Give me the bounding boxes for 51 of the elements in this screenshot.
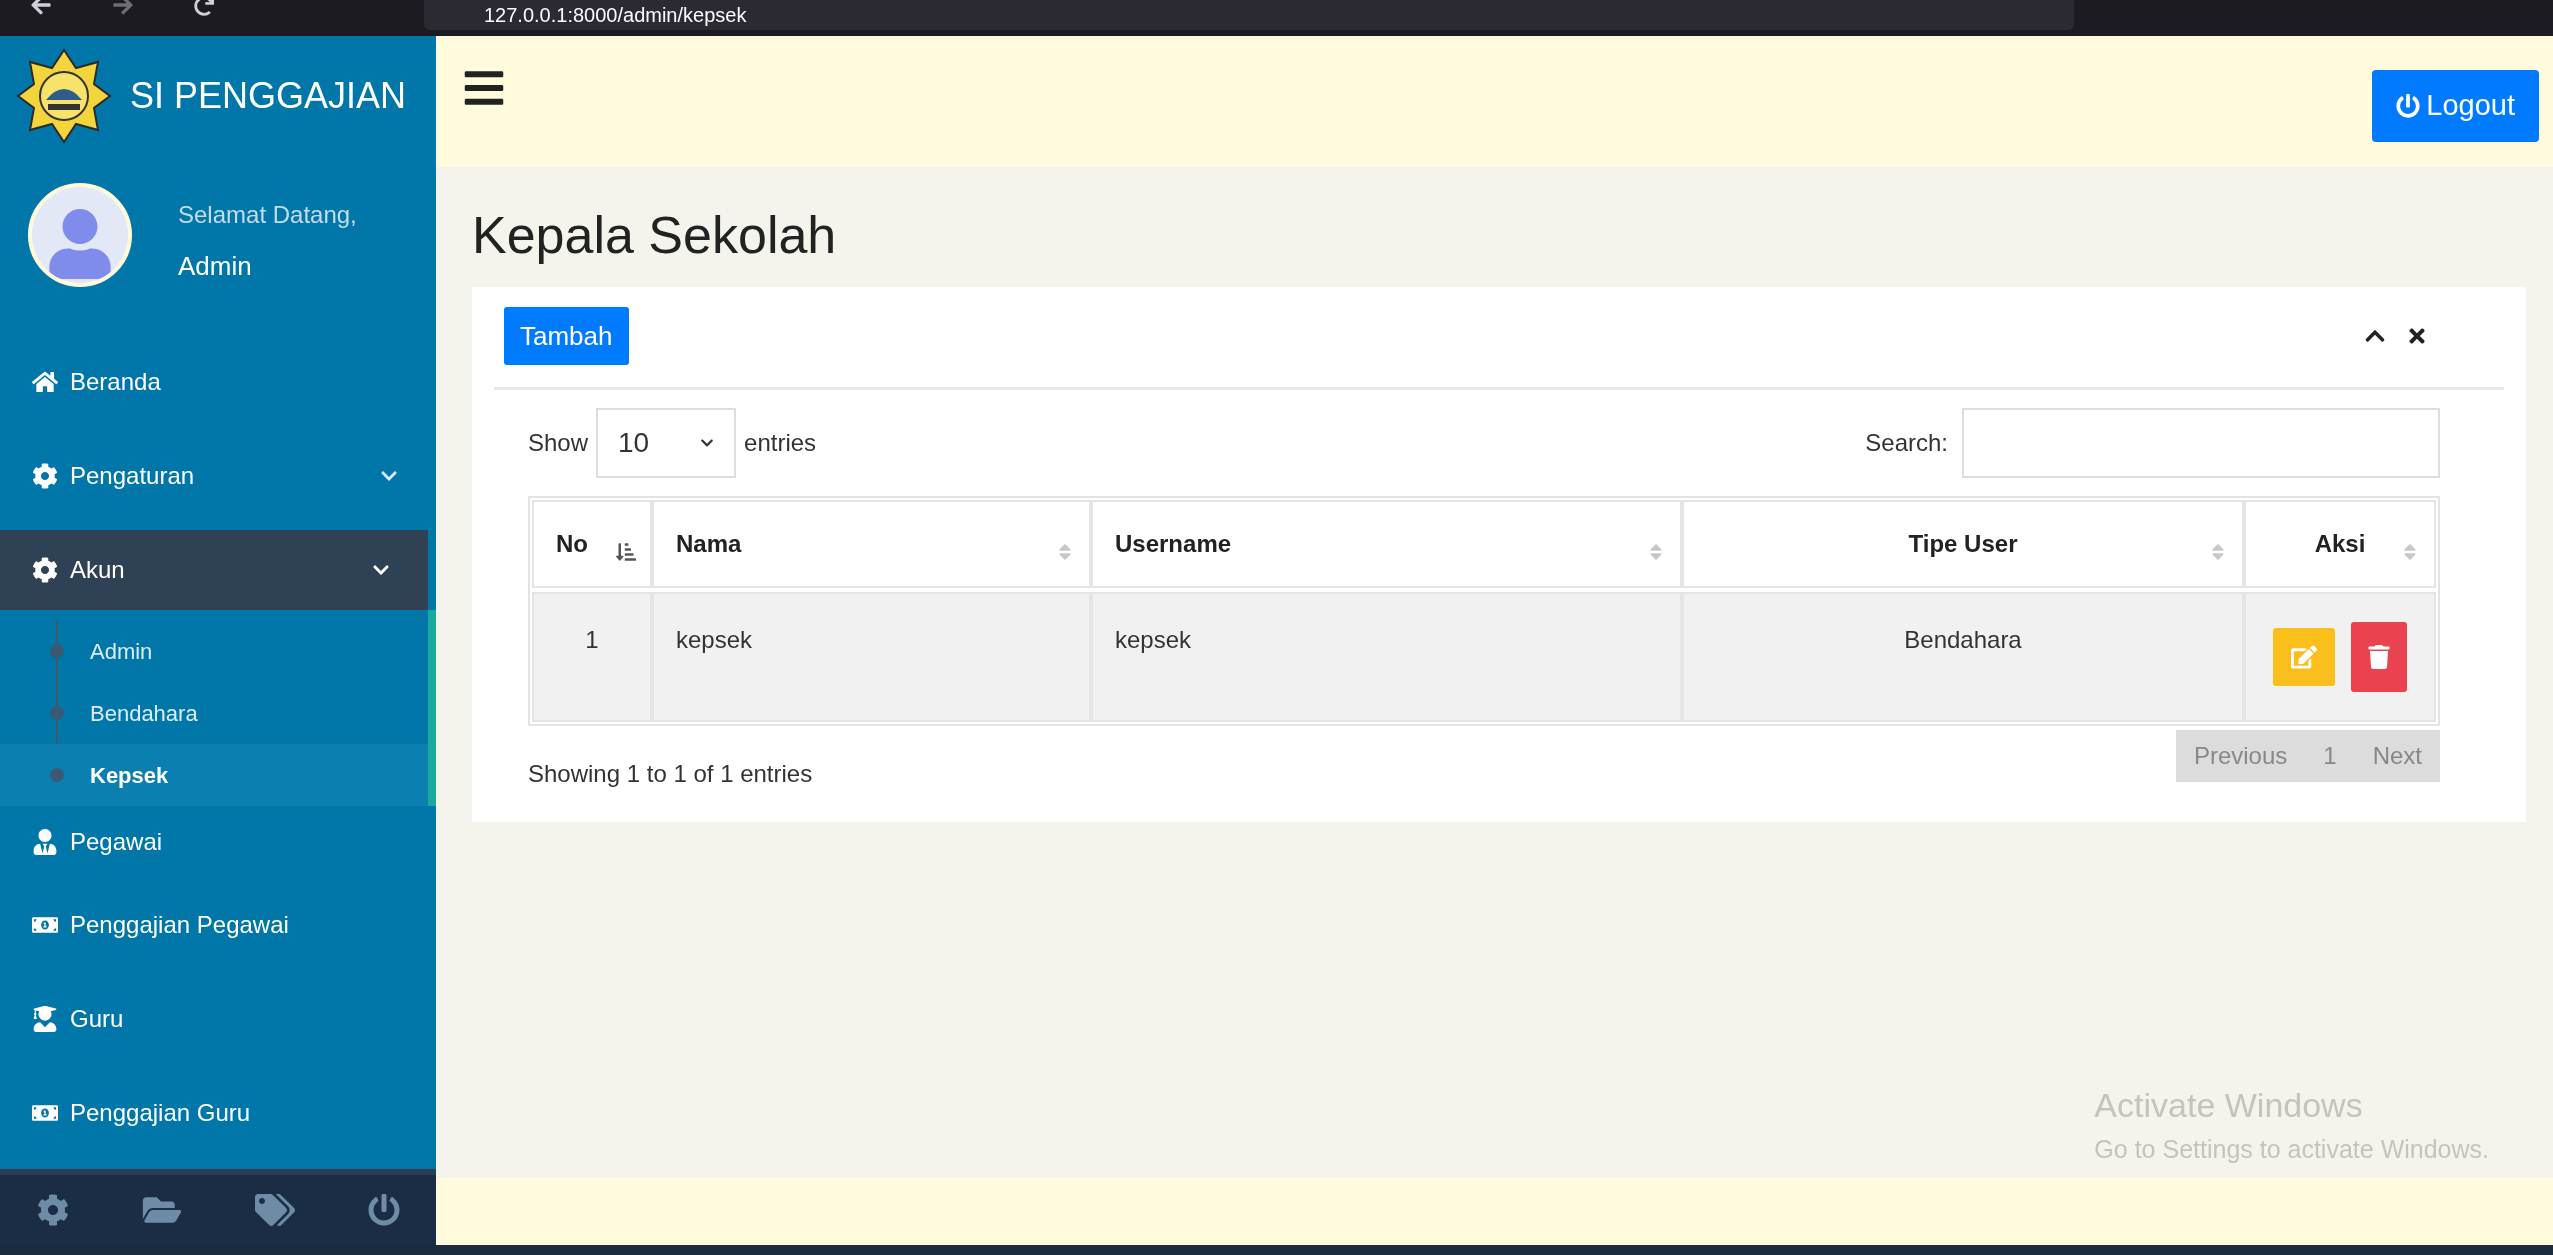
sidebar-menu-item[interactable]: Guru [0, 972, 436, 1066]
table-cell: Bendahara [1682, 592, 2244, 722]
sidebar-menu-item[interactable]: Akun [0, 530, 428, 610]
brand-title: SI PENGGAJIAN [130, 73, 407, 118]
page-link[interactable]: 1 [2323, 738, 2337, 774]
power-icon [2396, 94, 2421, 118]
logout-button[interactable]: Logout [2372, 70, 2539, 142]
sidebar-menu-item[interactable]: Pegawai [0, 806, 436, 878]
gear-icon [32, 463, 58, 489]
sidebar-menu-item[interactable]: Penggajian Guru [0, 1066, 436, 1160]
user-name: Admin [178, 250, 253, 283]
power-icon[interactable] [367, 1194, 400, 1226]
sidebar-menu-item[interactable]: Pengaturan [0, 429, 436, 523]
edit-icon [2291, 644, 2317, 670]
entries-select[interactable]: 10 [596, 408, 737, 478]
table-info: Showing 1 to 1 of 1 entries [528, 759, 813, 789]
previous-link[interactable]: Previous [2193, 738, 2288, 774]
person-icon [32, 829, 58, 855]
search-field[interactable] [1962, 408, 2440, 478]
search-label: Search: [1865, 428, 1948, 458]
reload-icon[interactable] [194, 0, 214, 16]
back-icon[interactable] [30, 0, 52, 16]
column-header[interactable]: No [532, 500, 652, 588]
table-cell: 1 [532, 592, 652, 722]
graduate-icon [32, 1006, 58, 1032]
submenu-item[interactable]: Admin [0, 620, 428, 682]
forward-icon[interactable] [112, 0, 134, 16]
column-header[interactable]: Aksi [2244, 500, 2436, 588]
submenu-item[interactable]: Bendahara [0, 682, 428, 744]
add-button[interactable]: Tambah [504, 307, 629, 365]
sidebar-menu-item[interactable]: Beranda [0, 335, 436, 429]
entries-label: entries [744, 428, 817, 458]
house-icon [32, 369, 58, 395]
trash-icon [2367, 645, 2391, 669]
logo-icon [16, 47, 112, 144]
column-header[interactable]: Username [1091, 500, 1682, 588]
address-bar[interactable]: 127.0.0.1:8000/admin/kepsek [424, 0, 2074, 30]
column-header[interactable]: Nama [652, 500, 1091, 588]
submenu-item[interactable]: Kepsek [0, 744, 428, 806]
sort-ascending-icon [616, 542, 636, 562]
next-link[interactable]: Next [2372, 738, 2422, 774]
show-label: Show [528, 428, 589, 458]
delete-button[interactable] [2351, 622, 2407, 692]
column-header[interactable]: Tipe User [1682, 500, 2244, 588]
sidebar-menu-item[interactable]: Penggajian Pegawai [0, 878, 436, 972]
welcome-text: Selamat Datang, [178, 200, 357, 230]
table-cell: kepsek [1091, 592, 1682, 722]
table-cell: kepsek [652, 592, 1091, 722]
settings-icon[interactable] [36, 1194, 69, 1226]
gear-icon [32, 557, 58, 583]
tags-icon[interactable] [254, 1193, 295, 1227]
